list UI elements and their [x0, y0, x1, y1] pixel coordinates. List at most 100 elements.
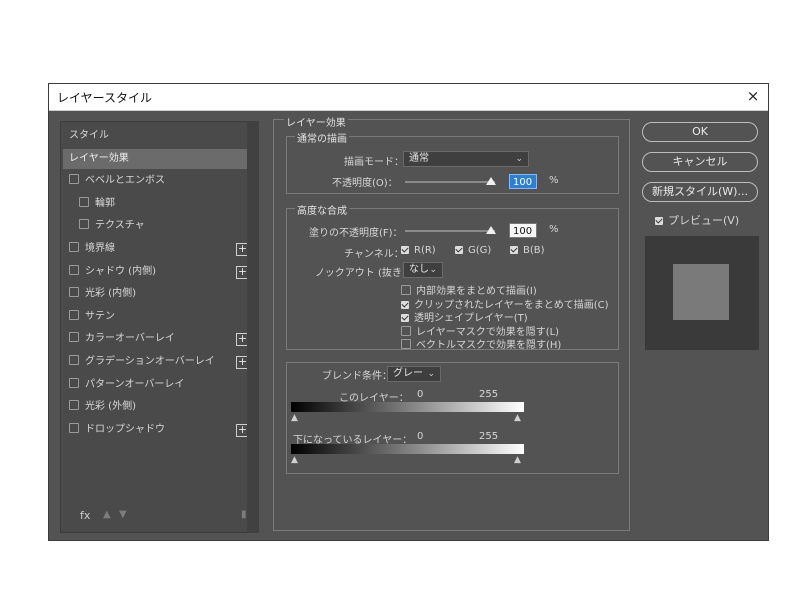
- advanced-blending-legend: 高度な合成: [295, 202, 349, 217]
- knockout-value: なし: [409, 264, 429, 275]
- list-item-label: 光彩 (内側): [85, 288, 136, 300]
- fill-opacity-input[interactable]: 100: [509, 223, 537, 238]
- knockout-label: ノックアウト (抜き)：: [315, 268, 416, 279]
- this-layer-max: 255: [479, 389, 499, 400]
- underlying-white-handle[interactable]: ▲: [514, 455, 521, 465]
- list-item[interactable]: 光彩 (外側): [63, 397, 257, 417]
- opacity-unit: %: [549, 175, 559, 186]
- checkbox-icon[interactable]: [79, 219, 89, 230]
- checkbox-icon[interactable]: [69, 242, 79, 252]
- list-item[interactable]: サテン: [63, 307, 257, 327]
- list-item-label: 光彩 (外側): [85, 401, 136, 413]
- fill-opacity-slider[interactable]: [405, 230, 495, 232]
- opacity-input[interactable]: 100: [509, 174, 537, 189]
- checkbox-checked-icon: [401, 300, 409, 309]
- checkbox-icon[interactable]: [69, 400, 79, 411]
- channel-r-label: R(R): [414, 245, 436, 256]
- checkbox-icon: [401, 285, 411, 295]
- chevron-down-icon: ⌄: [427, 369, 435, 379]
- styles-list-panel: スタイルレイヤー効果ベベルとエンボス輪郭テクスチャ境界線 + シャドウ (内側) + 光…: [60, 121, 259, 533]
- effects-section-title: レイヤー効果: [284, 114, 348, 129]
- checkbox-icon: [401, 339, 411, 349]
- move-down-icon[interactable]: ▼: [119, 509, 127, 520]
- list-item[interactable]: レイヤー効果: [63, 148, 257, 169]
- checkbox-checked-icon: [401, 314, 409, 322]
- ok-button[interactable]: OK: [642, 122, 758, 142]
- list-item[interactable]: ベベルとエンボス: [63, 171, 257, 191]
- channels-label: チャンネル：: [344, 249, 404, 260]
- list-item-label: 境界線: [85, 243, 115, 254]
- chevron-down-icon: ⌄: [429, 265, 437, 275]
- advanced-option-label: ベクトルマスクで効果を隠す(H): [416, 340, 562, 351]
- this-layer-white-handle[interactable]: ▲: [514, 413, 521, 423]
- checkbox-icon[interactable]: [69, 287, 79, 298]
- close-button[interactable]: ×: [744, 87, 762, 105]
- list-item-label: カラーオーバーレイ: [85, 333, 175, 345]
- new-style-button[interactable]: 新規スタイル(W)...: [642, 182, 758, 202]
- cancel-button[interactable]: キャンセル: [642, 152, 758, 172]
- checkbox-icon: [401, 325, 411, 336]
- list-item-label: 輪郭: [95, 197, 115, 209]
- checkbox-icon[interactable]: [69, 377, 79, 388]
- blend-if-select[interactable]: グレー ⌄: [387, 366, 441, 382]
- checkbox-icon[interactable]: [69, 422, 79, 433]
- list-item[interactable]: 光彩 (内側): [63, 284, 257, 304]
- opacity-slider[interactable]: [405, 181, 495, 183]
- fill-opacity-slider-thumb[interactable]: [486, 226, 497, 234]
- opacity-label: 不透明度(O)：: [332, 178, 398, 189]
- this-layer-gradient[interactable]: [291, 402, 524, 412]
- fx-icon[interactable]: fx: [80, 509, 90, 522]
- list-item-label: テクスチャ: [95, 220, 145, 232]
- list-item-label: スタイル: [69, 130, 109, 141]
- list-item[interactable]: テクスチャ: [63, 216, 257, 236]
- blend-if-group: ブレンド条件： グレー ⌄ このレイヤー： 0 255 ▲ ▲ 下になっているレ…: [286, 362, 619, 474]
- trash-icon[interactable]: ▮: [241, 509, 247, 520]
- list-item[interactable]: グラデーションオーバーレイ +: [63, 352, 257, 372]
- layer-style-dialog: レイヤースタイル × スタイル レイヤー効果 ベベルとエンボス 輪郭 テクスチャ 境界線 +…: [48, 83, 769, 541]
- list-item-label: サテン: [85, 310, 115, 322]
- list-scrollbar[interactable]: [247, 121, 259, 533]
- channel-b-label: B(B): [523, 245, 545, 256]
- list-item[interactable]: カラーオーバーレイ +: [63, 329, 257, 349]
- title-bar: レイヤースタイル ×: [49, 84, 768, 111]
- list-item-label: グラデーションオーバーレイ: [85, 356, 215, 367]
- checkbox-icon[interactable]: [79, 196, 89, 207]
- fill-opacity-unit: %: [549, 224, 559, 235]
- checkbox-checked-icon: [510, 246, 518, 254]
- advanced-option-checkbox[interactable]: ベクトルマスクで効果を隠す(H): [401, 336, 561, 351]
- list-item-label: レイヤー効果: [69, 152, 129, 164]
- underlying-layer-max: 255: [479, 431, 499, 442]
- list-item-label: パターンオーバーレイ: [85, 378, 185, 390]
- list-item[interactable]: ドロップシャドウ +: [63, 420, 257, 440]
- list-item[interactable]: 輪郭: [63, 194, 257, 214]
- checkbox-icon[interactable]: [69, 332, 79, 343]
- blend-mode-select[interactable]: 通常 ⌄: [403, 151, 529, 167]
- knockout-select[interactable]: なし ⌄: [403, 262, 443, 278]
- checkbox-icon[interactable]: [69, 264, 79, 275]
- checkbox-checked-icon: [401, 246, 409, 254]
- blend-mode-label: 描画モード：: [344, 157, 404, 168]
- checkbox-icon[interactable]: [69, 355, 79, 365]
- list-item[interactable]: スタイル: [63, 126, 257, 146]
- this-layer-black-handle[interactable]: ▲: [291, 413, 298, 423]
- channel-g-label: G(G): [468, 245, 492, 256]
- list-item[interactable]: シャドウ (内側) +: [63, 262, 257, 282]
- list-item[interactable]: 境界線 +: [63, 239, 257, 259]
- general-blending-legend: 通常の描画: [295, 130, 349, 145]
- checkbox-icon[interactable]: [69, 174, 79, 185]
- list-item-label: ベベルとエンボス: [85, 175, 165, 187]
- advanced-blending-group: 高度な合成 塗りの不透明度(F)： 100 % チャンネル： R(R) G(G)…: [286, 202, 619, 351]
- move-up-icon[interactable]: ▲: [103, 509, 111, 520]
- general-blending-group: 通常の描画 描画モード： 通常 ⌄ 不透明度(O)： 100 %: [286, 130, 619, 194]
- channel-r-checkbox[interactable]: R(R): [401, 245, 436, 256]
- preview-checkbox[interactable]: プレビュー(V): [655, 212, 739, 228]
- list-item[interactable]: パターンオーバーレイ: [63, 375, 257, 395]
- channel-b-checkbox[interactable]: B(B): [510, 245, 545, 256]
- channel-g-checkbox[interactable]: G(G): [455, 245, 491, 256]
- checkbox-checked-icon: [455, 246, 463, 254]
- opacity-slider-thumb[interactable]: [486, 177, 497, 185]
- underlying-layer-gradient[interactable]: [291, 444, 524, 454]
- underlying-layer-min: 0: [417, 431, 424, 442]
- underlying-black-handle[interactable]: ▲: [291, 455, 298, 465]
- checkbox-icon[interactable]: [69, 309, 79, 320]
